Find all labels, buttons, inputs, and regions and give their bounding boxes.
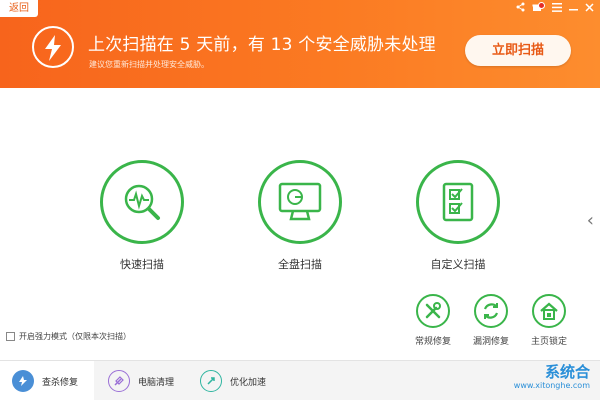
quick-scan-icon [100,160,184,244]
rocket-icon [200,370,222,392]
broom-icon [108,370,130,392]
status-header: 返回 上次扫描在 5 天前，有 13 个安全威胁未处理 建议您重新扫描并处理安全… [0,0,600,88]
shield-scan-icon [12,370,34,392]
window-controls [516,2,594,16]
tab-scan-repair[interactable]: 查杀修复 [0,361,94,400]
tab-scan-repair-label: 查杀修复 [42,377,79,388]
watermark-url: www.xitonghe.com [513,381,590,390]
threat-status-headline: 上次扫描在 5 天前，有 13 个安全威胁未处理 [88,35,436,55]
back-button[interactable]: 返回 [0,0,38,17]
force-mode-label: 开启强力模式（仅限本次扫描） [19,332,131,341]
custom-scan-label: 自定义扫描 [430,258,486,271]
full-scan-button[interactable]: 全盘扫描 [252,160,348,272]
watermark-brand: 系统合 [544,363,590,381]
homepage-lock-button[interactable]: 主页锁定 [526,294,572,347]
regular-repair-button[interactable]: 常规修复 [410,294,456,347]
patch-repair-label: 漏洞修复 [472,337,509,347]
custom-scan-button[interactable]: 自定义扫描 [410,160,506,272]
chevron-left-icon[interactable]: ‹ [587,210,594,231]
bottom-nav-bar: 查杀修复 电脑清理 优化加速 系统合 www.xitonghe.com [0,360,600,400]
patch-icon [474,294,508,328]
threat-status-hint: 建议您重新扫描并处理安全威胁。 [89,60,209,69]
scan-now-button[interactable]: 立即扫描 [465,35,571,66]
gift-icon[interactable] [532,2,545,16]
share-icon[interactable] [516,2,525,16]
force-mode-checkbox[interactable] [6,332,15,341]
full-scan-label: 全盘扫描 [278,258,322,271]
full-scan-icon [258,160,342,244]
patch-repair-button[interactable]: 漏洞修复 [468,294,514,347]
tab-pc-cleanup-label: 电脑清理 [138,377,175,388]
close-icon[interactable] [585,2,594,16]
custom-scan-icon [416,160,500,244]
menu-icon[interactable] [552,2,562,16]
home-lock-icon [532,294,566,328]
quick-scan-button[interactable]: 快速扫描 [94,160,190,272]
homepage-lock-label: 主页锁定 [530,337,567,347]
notification-badge [538,2,545,9]
tab-optimize-speed-label: 优化加速 [230,377,267,388]
lightning-icon [32,26,74,68]
tab-pc-cleanup[interactable]: 电脑清理 [96,361,188,400]
regular-repair-label: 常规修复 [414,337,451,347]
quick-scan-label: 快速扫描 [120,258,164,271]
minimize-icon[interactable] [569,3,578,16]
force-mode-option: 开启强力模式（仅限本次扫描） [6,331,131,342]
tab-optimize-speed[interactable]: 优化加速 [188,361,284,400]
site-watermark: 系统合 www.xitonghe.com [514,365,590,393]
wrench-icon [416,294,450,328]
